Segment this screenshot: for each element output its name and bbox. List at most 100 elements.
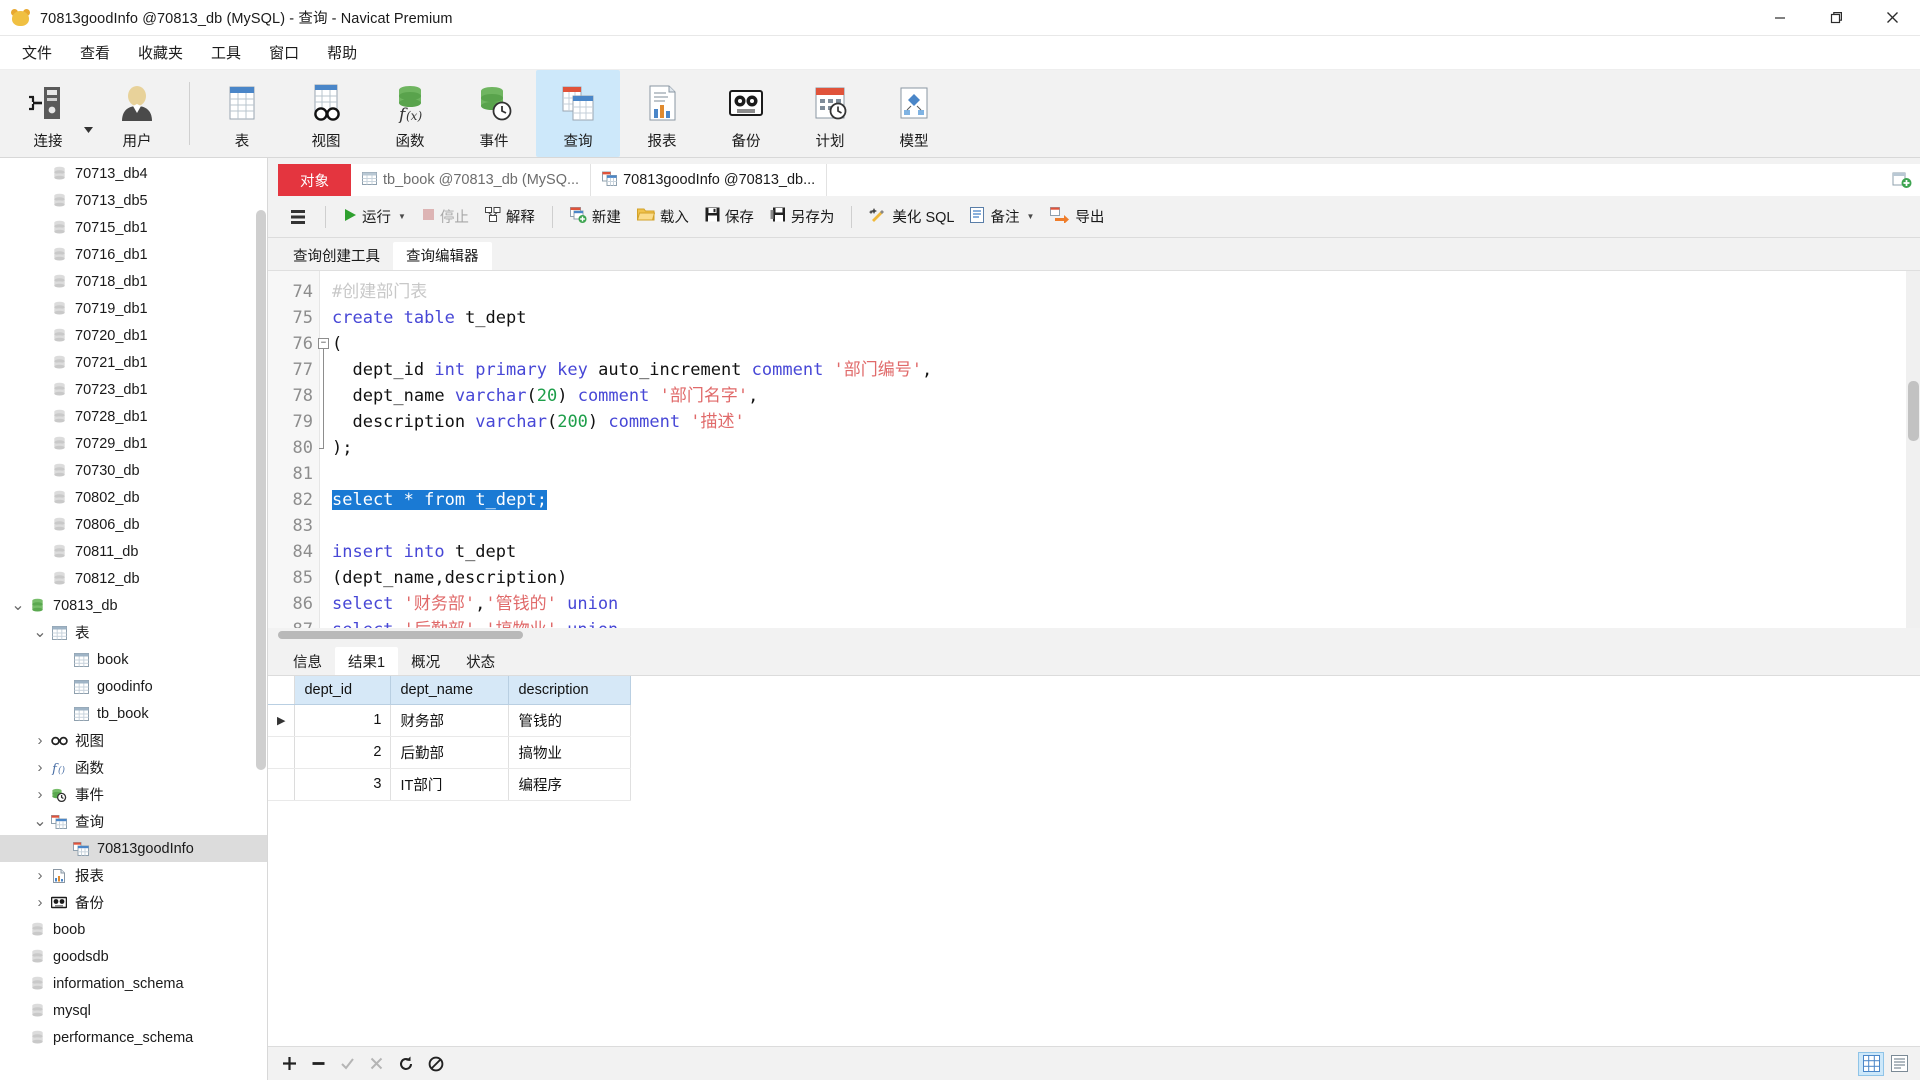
- sidebar-scrollbar-thumb[interactable]: [256, 210, 266, 770]
- column-header[interactable]: dept_name: [390, 676, 510, 705]
- code-line[interactable]: (dept_name,description): [332, 565, 1920, 591]
- toolbar-report[interactable]: 报表: [620, 70, 704, 157]
- tab-70813goodinfo[interactable]: 70813goodInfo @70813_db...: [591, 164, 828, 196]
- result-table[interactable]: dept_id dept_name description ▶ 1 财务部 管钱的 2 后勤部搞…: [268, 676, 632, 801]
- table-row[interactable]: 2 后勤部 搞物业: [268, 736, 632, 769]
- chevron-right-icon[interactable]: ›: [32, 894, 48, 911]
- tree-item[interactable]: 70715_db1: [0, 214, 267, 241]
- tree-item[interactable]: 70811_db: [0, 538, 267, 565]
- tree-item[interactable]: ⌄ 表: [0, 619, 267, 646]
- close-button[interactable]: [1864, 0, 1920, 36]
- tree-item[interactable]: goodinfo: [0, 673, 267, 700]
- code-line[interactable]: [332, 513, 1920, 539]
- toolbar-view[interactable]: 视图: [284, 70, 368, 157]
- tree-item[interactable]: information_schema: [0, 970, 267, 997]
- tree-item[interactable]: › 备份: [0, 889, 267, 916]
- result-grid[interactable]: dept_id dept_name description ▶ 1 财务部 管钱的 2 后勤部搞…: [268, 676, 1920, 1046]
- code-line[interactable]: insert into t_dept: [332, 539, 1920, 565]
- refresh-button[interactable]: [398, 1056, 414, 1072]
- toolbar-table[interactable]: 表: [200, 70, 284, 157]
- tree-item[interactable]: boob: [0, 916, 267, 943]
- tree-item[interactable]: › 事件: [0, 781, 267, 808]
- tree-item[interactable]: 70812_db: [0, 565, 267, 592]
- save-as-button[interactable]: 另存为: [762, 202, 843, 232]
- table-cell[interactable]: 搞物业: [508, 736, 632, 769]
- toolbar-query[interactable]: 查询: [536, 70, 620, 157]
- tree-item[interactable]: 70813goodInfo: [0, 835, 267, 862]
- editor-menu-button[interactable]: [282, 202, 316, 232]
- form-view-button[interactable]: [1886, 1052, 1912, 1076]
- toolbar-schedule[interactable]: 计划: [788, 70, 872, 157]
- menu-file[interactable]: 文件: [8, 38, 66, 67]
- comment-button[interactable]: 备注 ▼: [962, 202, 1042, 232]
- sql-editor[interactable]: 74 75 76−77787980 81 82 83 84 85 86 87 #创建部门表 crea…: [268, 270, 1920, 628]
- code-line[interactable]: dept_id int primary key auto_increment c…: [332, 357, 1920, 383]
- table-cell[interactable]: IT部门: [390, 768, 510, 801]
- tree-item[interactable]: performance_schema: [0, 1024, 267, 1051]
- tab-message[interactable]: 信息: [280, 647, 335, 675]
- editor-horizontal-scrollbar[interactable]: [268, 628, 1920, 642]
- new-tab-button[interactable]: [1888, 164, 1916, 194]
- table-cell[interactable]: 1: [294, 704, 392, 737]
- tree-item[interactable]: book: [0, 646, 267, 673]
- tab-query-builder[interactable]: 查询创建工具: [280, 242, 393, 270]
- run-button[interactable]: 运行 ▼: [335, 202, 414, 232]
- menu-tools[interactable]: 工具: [197, 38, 255, 67]
- export-button[interactable]: 导出: [1042, 202, 1112, 232]
- new-button[interactable]: 新建: [562, 202, 629, 232]
- column-header[interactable]: description: [508, 676, 632, 705]
- chevron-down-icon[interactable]: ⌄: [10, 597, 26, 613]
- tree-item[interactable]: 70719_db1: [0, 295, 267, 322]
- stop-loading-button[interactable]: [428, 1056, 444, 1072]
- chevron-right-icon[interactable]: ›: [32, 732, 48, 749]
- code-line[interactable]: [332, 461, 1920, 487]
- code-line[interactable]: select * from t_dept;: [332, 487, 1920, 513]
- tree-item[interactable]: 70716_db1: [0, 241, 267, 268]
- chevron-right-icon[interactable]: ›: [32, 759, 48, 776]
- code-line[interactable]: description varchar(200) comment '描述': [332, 409, 1920, 435]
- add-record-button[interactable]: [282, 1056, 297, 1071]
- table-row[interactable]: ▶ 1 财务部 管钱的: [268, 704, 632, 737]
- table-cell[interactable]: 2: [294, 736, 392, 769]
- editor-vertical-scrollbar[interactable]: [1906, 271, 1920, 628]
- chevron-down-icon[interactable]: ⌄: [32, 813, 48, 829]
- table-cell[interactable]: 财务部: [390, 704, 510, 737]
- tree-item[interactable]: ⌄ 70813_db: [0, 592, 267, 619]
- menu-favorites[interactable]: 收藏夹: [124, 38, 197, 67]
- tree-item[interactable]: 70723_db1: [0, 376, 267, 403]
- editor-hscroll-thumb[interactable]: [278, 631, 523, 639]
- tree-item[interactable]: 70718_db1: [0, 268, 267, 295]
- delete-record-button[interactable]: [311, 1056, 326, 1071]
- tree-item[interactable]: › f() 函数: [0, 754, 267, 781]
- code-line[interactable]: (: [332, 331, 1920, 357]
- tab-result1[interactable]: 结果1: [335, 647, 399, 675]
- toolbar-backup[interactable]: 备份: [704, 70, 788, 157]
- table-cell[interactable]: 后勤部: [390, 736, 510, 769]
- tree-item[interactable]: goodsdb: [0, 943, 267, 970]
- code-line[interactable]: create table t_dept: [332, 305, 1920, 331]
- tree-item[interactable]: › 报表: [0, 862, 267, 889]
- tree-item[interactable]: 70728_db1: [0, 403, 267, 430]
- maximize-button[interactable]: [1808, 0, 1864, 36]
- chevron-down-icon[interactable]: ▼: [1026, 212, 1034, 221]
- minimize-button[interactable]: [1752, 0, 1808, 36]
- table-row[interactable]: 3 IT部门 编程序: [268, 768, 632, 801]
- toolbar-user[interactable]: 用户: [95, 70, 179, 157]
- table-cell[interactable]: 3: [294, 768, 392, 801]
- toolbar-connection[interactable]: 连接: [6, 70, 90, 157]
- tab-query-editor[interactable]: 查询编辑器: [393, 242, 492, 270]
- code-line[interactable]: dept_name varchar(20) comment '部门名字',: [332, 383, 1920, 409]
- explain-button[interactable]: 解释: [477, 202, 543, 232]
- tree-item[interactable]: 70720_db1: [0, 322, 267, 349]
- chevron-down-icon[interactable]: ⌄: [32, 624, 48, 640]
- sql-code-area[interactable]: #创建部门表 create table t_dept ( dept_id int p…: [320, 271, 1920, 628]
- code-line[interactable]: );: [332, 435, 1920, 461]
- editor-scroll-thumb[interactable]: [1908, 381, 1919, 441]
- tree-item[interactable]: 70721_db1: [0, 349, 267, 376]
- tree-item[interactable]: 70729_db1: [0, 430, 267, 457]
- tab-profile[interactable]: 概况: [398, 647, 453, 675]
- code-line[interactable]: select '后勤部','搞物业' union: [332, 617, 1920, 628]
- beautify-sql-button[interactable]: 美化 SQL: [861, 202, 962, 232]
- tree-item[interactable]: 70713_db4: [0, 160, 267, 187]
- tree-item[interactable]: ⌄ 查询: [0, 808, 267, 835]
